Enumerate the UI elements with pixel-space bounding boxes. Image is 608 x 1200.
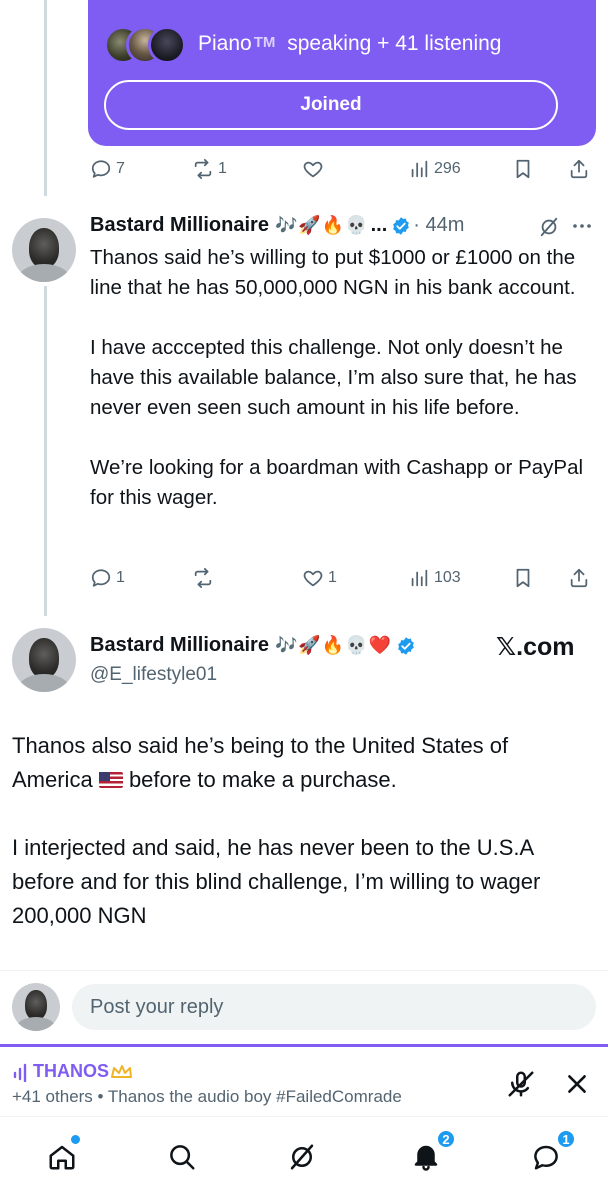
thread-line-top (44, 0, 47, 196)
close-icon (568, 1075, 586, 1093)
space-tweet-actions: 7 1 296 (88, 158, 598, 188)
dock-space-title: THANOS (33, 1061, 109, 1081)
tweet-paragraph: Thanos said he’s willing to put $1000 or… (90, 246, 576, 299)
quoted-author-line: Bastard Millionaire 🎶🚀🔥💀❤️ (90, 634, 416, 657)
views-count: 103 (434, 569, 461, 586)
divider (0, 970, 608, 971)
tweet-time: · 44m (413, 214, 465, 236)
grok-icon (540, 217, 558, 237)
bookmark-button[interactable] (512, 567, 534, 589)
like-button[interactable] (302, 158, 324, 180)
author-emojis: 🎶🚀🔥💀 (274, 215, 369, 235)
mic-off-icon (508, 1071, 534, 1097)
quoted-text: Thanos also said he’s being to the Unite… (12, 729, 592, 967)
tweet-paragraph: I have acccepted this challenge. Not onl… (90, 336, 577, 419)
verified-badge-icon (393, 216, 410, 235)
bookmark-icon (516, 159, 530, 179)
messages-icon (534, 1145, 558, 1170)
us-flag-icon (98, 772, 123, 788)
crown-icon (111, 1064, 132, 1078)
share-button[interactable] (568, 158, 590, 180)
nav-home[interactable] (42, 1135, 82, 1177)
x-com-watermark: 𝕏.com (496, 633, 575, 661)
tweet-header: Bastard Millionaire 🎶🚀🔥💀 ... · 44m (90, 214, 464, 237)
reply-input[interactable] (72, 984, 596, 1030)
space-status: speaking + 41 listening (287, 32, 502, 55)
space-speaker-avatars (104, 26, 186, 64)
views-button[interactable]: 296 (408, 158, 461, 180)
tweet-paragraph: We’re looking for a boardman with Cashap… (90, 456, 584, 509)
tweet-text: Thanos said he’s willing to put $1000 or… (90, 243, 590, 543)
mic-mute-button[interactable] (506, 1069, 536, 1104)
quoted-author-emojis: 🎶🚀🔥💀❤️ (274, 635, 392, 655)
repost-icon (194, 158, 212, 180)
quoted-author-handle: @E_lifestyle01 (90, 664, 218, 685)
author-avatar[interactable] (12, 218, 76, 282)
joined-button[interactable]: Joined (104, 80, 558, 130)
name-ellipsis: ... (370, 214, 388, 236)
verified-badge-icon (398, 636, 414, 655)
reply-icon (91, 569, 111, 587)
views-button[interactable]: 103 (408, 567, 461, 589)
quoted-author-avatar (12, 628, 76, 692)
bookmark-button[interactable] (512, 158, 534, 180)
grok-icon (290, 1144, 314, 1170)
space-host-mark: TM (253, 34, 276, 51)
reply-count: 7 (116, 160, 125, 177)
nav-search[interactable] (162, 1137, 202, 1177)
space-status-line: Piano TM speaking + 41 listening (198, 32, 501, 56)
author-name[interactable]: Bastard Millionaire (90, 214, 269, 237)
views-icon (411, 160, 428, 178)
close-dock-button[interactable] (564, 1071, 590, 1102)
quoted-para1-end: before to make a purchase. (128, 767, 397, 792)
repost-button[interactable]: 1 (192, 158, 227, 180)
messages-badge: 1 (556, 1129, 576, 1149)
space-dock[interactable]: THANOS +41 others • Thanos the audio boy… (0, 1044, 608, 1114)
speaker-avatar (148, 26, 186, 64)
thread-line-mid (44, 286, 47, 616)
home-new-dot (71, 1135, 80, 1144)
more-options-button[interactable] (570, 214, 594, 243)
quoted-paragraph: I interjected and said, he has never bee… (12, 835, 541, 928)
reply-icon (91, 160, 111, 178)
nav-notifications[interactable]: 2 (406, 1129, 456, 1177)
quoted-paragraph: Thanos also said he’s being to the Unite… (12, 729, 592, 797)
my-avatar[interactable] (12, 983, 60, 1031)
audio-bars-icon (13, 1063, 27, 1082)
share-button[interactable] (568, 567, 590, 589)
heart-icon (303, 570, 323, 587)
repost-count: 1 (218, 160, 227, 177)
bottom-nav: 2 1 (0, 1116, 608, 1200)
space-host-name: Piano (198, 32, 252, 55)
dock-subtitle: +41 others • Thanos the audio boy #Faile… (12, 1087, 402, 1106)
repost-icon (194, 567, 212, 589)
views-count: 296 (434, 160, 461, 177)
reply-button[interactable]: 7 (90, 158, 125, 180)
tweet-actions: 1 1 103 (88, 567, 598, 597)
share-icon (570, 568, 588, 588)
like-count: 1 (328, 569, 337, 586)
like-button[interactable]: 1 (302, 567, 337, 589)
views-icon (411, 569, 428, 587)
nav-messages[interactable]: 1 (526, 1129, 576, 1177)
share-icon (570, 159, 588, 179)
repost-button[interactable] (192, 567, 214, 589)
reply-button[interactable]: 1 (90, 567, 125, 589)
more-icon (573, 224, 591, 228)
notifications-badge: 2 (436, 1129, 456, 1149)
nav-grok[interactable] (282, 1137, 322, 1177)
heart-icon (303, 161, 323, 178)
bell-icon (414, 1145, 438, 1171)
dock-title: THANOS (12, 1061, 133, 1082)
grok-button[interactable] (538, 216, 560, 243)
reply-count: 1 (116, 569, 125, 586)
bookmark-icon (516, 568, 530, 588)
space-card[interactable]: Piano TM speaking + 41 listening Joined (88, 0, 596, 146)
quoted-author-name: Bastard Millionaire (90, 634, 269, 656)
search-icon (170, 1145, 195, 1170)
home-icon (49, 1145, 75, 1170)
